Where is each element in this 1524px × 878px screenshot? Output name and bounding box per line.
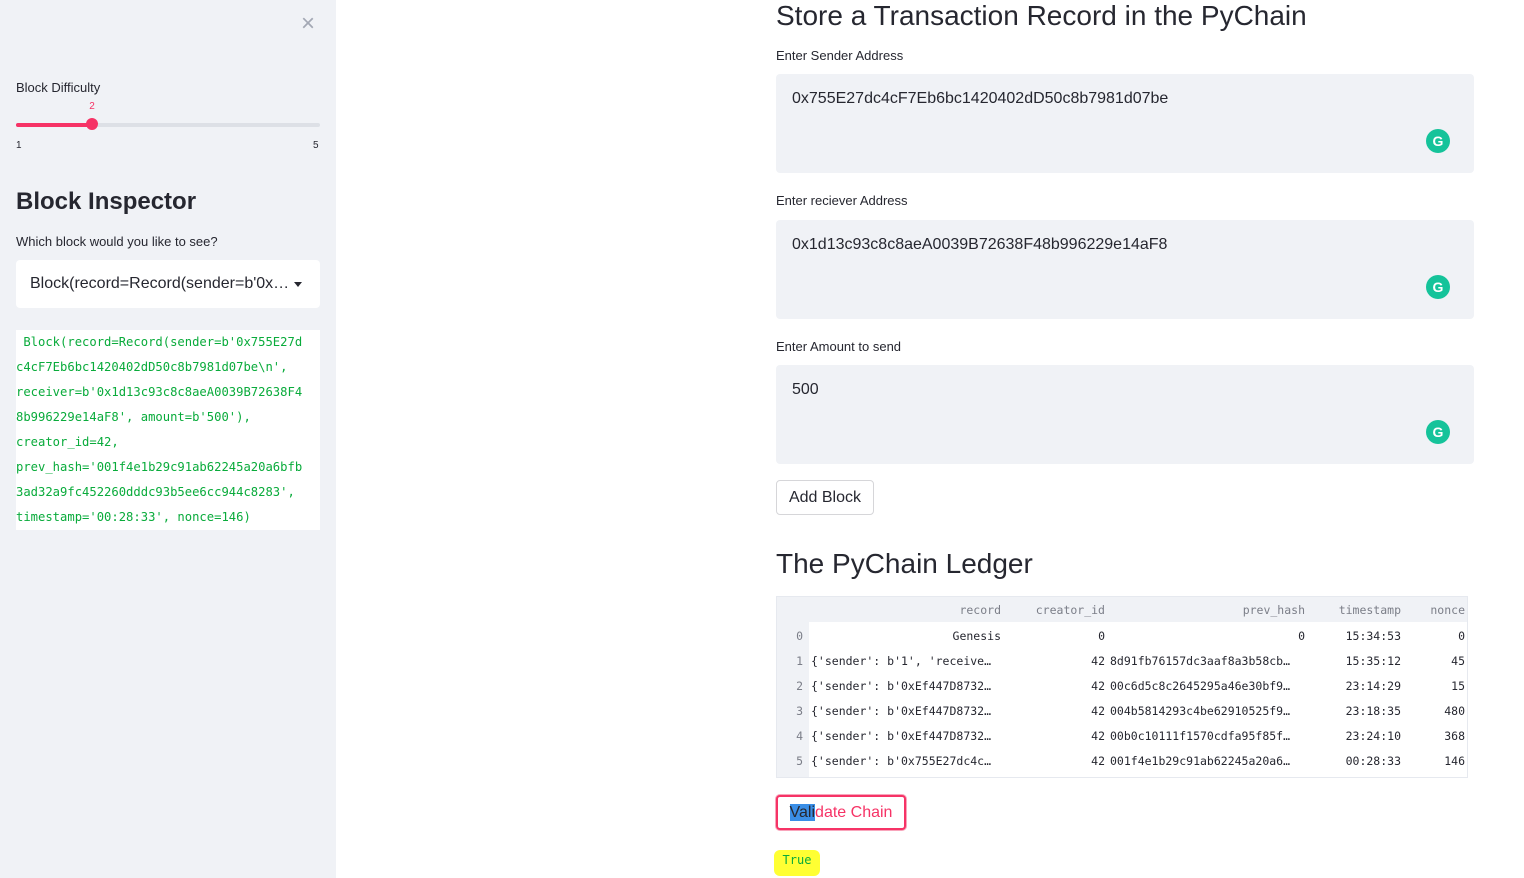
sender-address-input[interactable]: 0x755E27dc4cF7Eb6bc1420402dD50c8b7981d07… (776, 74, 1474, 173)
block-inspector-heading: Block Inspector (16, 188, 197, 215)
ledger-cell-prev-hash: 00c6d5c8c2645295a46e30bf9… (1110, 679, 1291, 693)
block-output-line: Block(record=Record(sender=b'0x755E27d (16, 335, 303, 349)
ledger-col-header-nonce[interactable]: nonce (1405, 603, 1465, 617)
ledger-col-header-record[interactable]: record (811, 603, 1001, 617)
grammarly-icon[interactable]: G (1426, 129, 1450, 153)
slider-max-label: 5 (313, 140, 319, 151)
block-difficulty-slider[interactable] (16, 118, 320, 130)
ledger-cell-prev-hash: 0 (1298, 629, 1305, 643)
add-block-button[interactable]: Add Block (776, 480, 874, 515)
amount-label: Enter Amount to send (776, 339, 902, 354)
block-output-line: c4cF7Eb6bc1420402dD50c8b7981d07be\n', (16, 360, 288, 374)
ledger-row-index: 2 (796, 679, 803, 693)
ledger-cell-nonce: 368 (1444, 729, 1465, 743)
ledger-cell-timestamp: 23:14:29 (1345, 679, 1401, 693)
ledger-cell-record: {'sender': b'0xEf447D8732… (811, 729, 992, 743)
ledger-cell-creator-id: 0 (1098, 629, 1105, 643)
block-output: Block(record=Record(sender=b'0x755E27d c… (16, 330, 320, 530)
ledger-cell-timestamp: 15:34:53 (1345, 629, 1401, 643)
ledger-row-index: 5 (796, 754, 803, 768)
slider-min-label: 1 (16, 140, 22, 151)
receiver-address-value: 0x1d13c93c8c8aeA0039B72638F48b996229e14a… (792, 236, 1168, 253)
dropdown-caret-icon (294, 282, 302, 287)
ledger-cell-creator-id: 42 (1091, 754, 1105, 768)
ledger-cell-creator-id: 42 (1091, 704, 1105, 718)
block-output-line: 3ad32a9fc452260dddc93b5ee6cc944c8283', (16, 485, 295, 499)
ledger-cell-prev-hash: 004b5814293c4be62910525f9… (1110, 704, 1291, 718)
ledger-cell-record: Genesis (952, 629, 1001, 643)
ledger-cell-timestamp: 00:28:33 (1345, 754, 1401, 768)
ledger-cell-creator-id: 42 (1091, 679, 1105, 693)
ledger-cell-nonce: 45 (1451, 654, 1465, 668)
ledger-cell-nonce: 15 (1451, 679, 1465, 693)
ledger-cell-record: {'sender': b'1', 'receive… (811, 654, 992, 668)
receiver-label: Enter reciever Address (776, 193, 908, 208)
amount-input[interactable]: 500 G (776, 365, 1474, 464)
receiver-address-input[interactable]: 0x1d13c93c8c8aeA0039B72638F48b996229e14a… (776, 220, 1474, 319)
page-title: Store a Transaction Record in the PyChai… (776, 0, 1307, 31)
slider-thumb[interactable] (86, 118, 98, 130)
ledger-col-header-prev-hash[interactable]: prev_hash (1110, 603, 1305, 617)
block-output-line: 8b996229e14aF8', amount=b'500'), (16, 410, 251, 424)
validate-label-rest: date Chain (815, 804, 893, 821)
block-select-value: Block(record=Record(sender=b'0x755E27dc4… (30, 275, 320, 292)
amount-value: 500 (792, 381, 819, 398)
validation-result: True (774, 850, 820, 876)
ledger-cell-nonce: 146 (1444, 754, 1465, 768)
validate-label-selected: Vali (789, 804, 816, 821)
ledger-cell-timestamp: 23:18:35 (1345, 704, 1401, 718)
block-output-line: prev_hash='001f4e1b29c91ab62245a20a6bfb (16, 460, 303, 474)
ledger-col-header-creator-id[interactable]: creator_id (1010, 603, 1105, 617)
block-select[interactable]: Block(record=Record(sender=b'0x755E27dc4… (16, 260, 320, 308)
ledger-row-index: 0 (796, 629, 803, 643)
slider-fill (16, 123, 92, 127)
grammarly-icon[interactable]: G (1426, 275, 1450, 299)
ledger-cell-timestamp: 15:35:12 (1345, 654, 1401, 668)
ledger-heading: The PyChain Ledger (776, 548, 1033, 579)
block-output-line: creator_id=42, (16, 435, 119, 449)
ledger-col-header-timestamp[interactable]: timestamp (1321, 603, 1401, 617)
ledger-table[interactable]: record creator_id prev_hash timestamp nonce 0… (776, 596, 1468, 778)
slider-current-value: 2 (89, 101, 95, 112)
ledger-cell-record: {'sender': b'0xEf447D8732… (811, 704, 992, 718)
ledger-row-index: 3 (796, 704, 803, 718)
sidebar: × Block Difficulty 2 1 5 Block Inspector… (0, 0, 336, 878)
ledger-cell-record: {'sender': b'0x755E27dc4c… (811, 754, 992, 768)
ledger-cell-record: {'sender': b'0xEf447D8732… (811, 679, 992, 693)
ledger-cell-creator-id: 42 (1091, 654, 1105, 668)
ledger-cell-nonce: 0 (1458, 629, 1465, 643)
ledger-row-index: 4 (796, 729, 803, 743)
block-difficulty-label: Block Difficulty (16, 80, 101, 95)
close-sidebar-icon[interactable]: × (298, 12, 318, 36)
ledger-cell-prev-hash: 001f4e1b29c91ab62245a20a6… (1110, 754, 1291, 768)
grammarly-icon[interactable]: G (1426, 420, 1450, 444)
ledger-cell-prev-hash: 00b0c10111f1570cdfa95f85f… (1110, 729, 1291, 743)
ledger-cell-prev-hash: 8d91fb76157dc3aaf8a3b58cb… (1110, 654, 1291, 668)
ledger-cell-creator-id: 42 (1091, 729, 1105, 743)
sender-address-value: 0x755E27dc4cF7Eb6bc1420402dD50c8b7981d07… (792, 90, 1169, 107)
sender-label: Enter Sender Address (776, 48, 904, 63)
ledger-cell-timestamp: 23:24:10 (1345, 729, 1401, 743)
block-output-line: receiver=b'0x1d13c93c8c8aeA0039B72638F4 (16, 385, 303, 399)
validate-chain-button[interactable]: Validate Chain (776, 795, 906, 830)
block-select-label: Which block would you like to see? (16, 234, 218, 249)
ledger-cell-nonce: 480 (1444, 704, 1465, 718)
block-output-line: timestamp='00:28:33', nonce=146) (16, 510, 259, 524)
ledger-row-index: 1 (796, 654, 803, 668)
